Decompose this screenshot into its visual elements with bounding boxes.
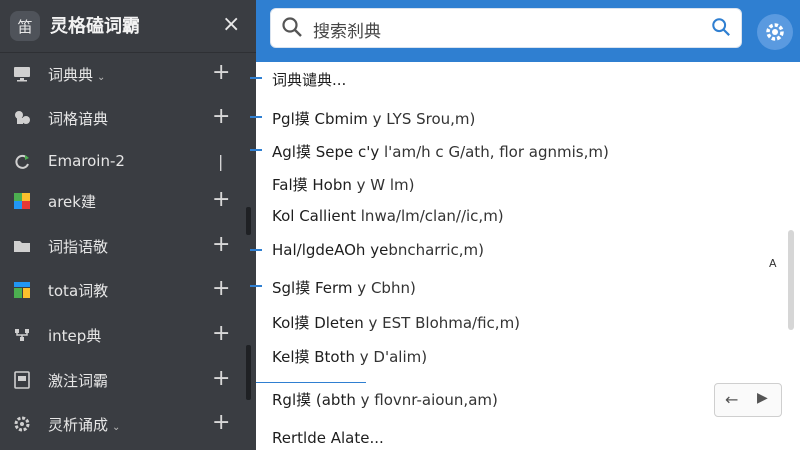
sidebar: 笛 灵格磕词霸 × 词典典 ⌄ + 词格谙典 + Emaroin-2 | arek… <box>0 0 256 450</box>
entry-head: Agl摸 Sepe c'y <box>272 143 380 161</box>
add-icon[interactable]: + <box>212 366 230 391</box>
entry-head: Rgl摸 (abth <box>272 391 356 409</box>
sidebar-item-label: 词典典 <box>48 66 94 84</box>
colorful-app-icon <box>12 191 32 211</box>
sidebar-item-settings[interactable]: 灵析诵成 ⌄ + <box>0 404 256 444</box>
add-icon[interactable]: + <box>212 104 230 129</box>
sidebar-scrollbar[interactable] <box>246 207 251 235</box>
chevron-down-icon[interactable]: ⌄ <box>97 72 105 83</box>
list-footer: Rertlde Alate... <box>272 429 384 447</box>
list-header: 词典谴典... <box>272 71 347 89</box>
entry-head: Kol Callient <box>272 207 356 225</box>
list-marker <box>250 149 262 151</box>
sidebar-item-label: Emaroin-2 <box>48 152 125 170</box>
close-icon[interactable]: × <box>222 12 240 37</box>
chevron-down-icon[interactable]: ⌄ <box>112 422 120 433</box>
refresh-icon <box>12 152 32 172</box>
entry-detail: y LYS Srou,m) <box>367 110 476 128</box>
search-box[interactable]: 搜索刹典 <box>270 8 742 48</box>
entry-head: Sgl摸 Ferm <box>272 279 353 297</box>
list-item[interactable]: Rgl摸 (abth y flovnr-aioun,am) <box>256 382 776 414</box>
entry-detail: y Cbhn) <box>352 279 416 297</box>
entry-detail: y W lm) <box>351 176 415 194</box>
settings-gear-icon[interactable] <box>757 14 793 50</box>
sidebar-item-label: intep典 <box>48 327 102 345</box>
entry-detail: y flovnr-aioun,am) <box>355 391 498 409</box>
entry-detail: y EST Blohma/fic,m) <box>363 314 521 332</box>
list-marker <box>250 285 262 287</box>
entry-detail: lnwa/lm/clan//ic,m) <box>356 207 504 225</box>
sidebar-item-label: tota词教 <box>48 282 109 300</box>
divider-bar-icon: | <box>218 152 224 171</box>
document-icon <box>12 370 32 390</box>
sidebar-item-label: arek建 <box>48 193 96 211</box>
entry-detail: y D'alim) <box>355 348 428 366</box>
entry-head: Kol摸 Dleten <box>272 314 364 332</box>
list-header-row[interactable]: 词典谴典... <box>250 64 776 94</box>
colorful-grid-icon <box>12 280 32 300</box>
list-item[interactable]: Agl摸 Sepe c'y l'am/h c G/ath, flor agnmi… <box>250 136 776 166</box>
list-marker <box>250 77 262 79</box>
sidebar-item-label: 灵析诵成 <box>48 416 109 434</box>
add-icon[interactable]: + <box>212 321 230 346</box>
content-scrollbar[interactable] <box>788 230 794 330</box>
entry-head: Hal/lgdeAOh ye <box>272 241 389 259</box>
sidebar-item-intep[interactable]: intep典 + <box>0 315 256 355</box>
list-item[interactable]: Sgl摸 Ferm y Cbhn) <box>250 272 776 302</box>
add-icon[interactable]: + <box>212 276 230 301</box>
folder-icon <box>12 236 32 256</box>
entry-head: Kel摸 Btoth <box>272 348 355 366</box>
list-marker <box>250 116 262 118</box>
tree-icon <box>12 325 32 345</box>
add-icon[interactable]: + <box>212 187 230 212</box>
entry-detail: bncharric,m) <box>388 241 485 259</box>
list-item[interactable]: Pgl摸 Cbmim y LYS Srou,m) <box>250 103 776 133</box>
sidebar-item-notes[interactable]: 激注词霸 + <box>0 360 256 400</box>
sidebar-item-label: 激注词霸 <box>48 372 109 390</box>
top-bar: 搜索刹典 <box>256 0 800 62</box>
sidebar-scrollbar-lower[interactable] <box>246 345 251 400</box>
list-item[interactable]: Fal摸 Hobn y W lm) <box>256 169 776 199</box>
list-item[interactable]: Kol摸 Dleten y EST Blohma/fic,m) <box>256 307 776 337</box>
sidebar-item-arek[interactable]: arek建 + <box>0 181 256 221</box>
app-logo: 笛 <box>10 11 40 41</box>
list-item[interactable]: Kol Callient lnwa/lm/clan//ic,m) <box>256 202 776 232</box>
entry-head: Pgl摸 Cbmim <box>272 110 368 128</box>
add-icon[interactable]: + <box>212 410 230 435</box>
sidebar-item-folder[interactable]: 词指语敬 + <box>0 226 256 266</box>
sidebar-header: 笛 灵格磕词霸 × <box>0 0 256 52</box>
monitor-icon <box>12 64 32 84</box>
search-submit-icon[interactable] <box>711 17 731 41</box>
sidebar-item-label: 词指语敬 <box>48 238 109 256</box>
add-icon[interactable]: + <box>212 60 230 85</box>
sidebar-divider <box>0 52 256 53</box>
list-marker <box>250 249 262 251</box>
sidebar-item-tota[interactable]: tota词教 + <box>0 270 256 310</box>
entry-detail: l'am/h c G/ath, flor agnmis,m) <box>379 143 609 161</box>
list-item[interactable]: Kel摸 Btoth y D'alim) <box>256 341 776 371</box>
search-icon <box>281 16 303 42</box>
list-item[interactable]: Hal/lgdeAOh yebncharric,m) <box>250 236 776 266</box>
gear-icon <box>12 414 32 434</box>
next-arrow-icon[interactable]: ▶ <box>757 390 768 406</box>
sidebar-item-word-dictionary[interactable]: 词格谙典 + <box>0 98 256 138</box>
sidebar-item-emaroin[interactable]: Emaroin-2 | <box>0 142 256 182</box>
entry-head: Fal摸 Hobn <box>272 176 352 194</box>
puzzle-icon <box>12 108 32 128</box>
sidebar-item-dictionary[interactable]: 词典典 ⌄ + <box>0 54 256 94</box>
sidebar-item-label: 词格谙典 <box>48 110 109 128</box>
app-title: 灵格磕词霸 <box>50 16 140 37</box>
search-input[interactable]: 搜索刹典 <box>313 17 381 42</box>
side-letter: A <box>769 257 777 270</box>
list-marker <box>256 382 366 383</box>
add-icon[interactable]: + <box>212 232 230 257</box>
prev-arrow-icon[interactable]: ← <box>725 390 738 409</box>
pager: ← ▶ <box>714 383 782 417</box>
